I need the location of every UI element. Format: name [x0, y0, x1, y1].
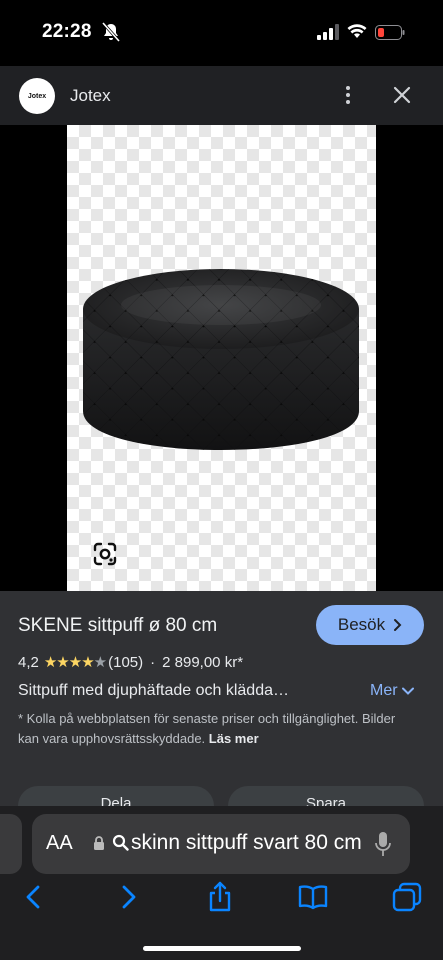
- google-lens-icon[interactable]: [92, 541, 118, 567]
- status-time: 22:28: [42, 21, 92, 42]
- wifi-icon: [347, 24, 367, 38]
- more-vertical-icon[interactable]: [336, 82, 360, 108]
- page-settings-button[interactable]: AA: [46, 832, 73, 855]
- product-info-panel: SKENE sittpuff ø 80 cm Besök 4,2 ★★★★★ (…: [0, 591, 443, 826]
- bookmarks-icon[interactable]: [296, 880, 330, 914]
- site-logo[interactable]: Jotex: [19, 78, 55, 114]
- bell-slash-icon: [102, 22, 120, 42]
- forward-icon[interactable]: [111, 880, 145, 914]
- product-image[interactable]: [67, 125, 376, 591]
- home-indicator: [143, 946, 301, 951]
- read-more-link[interactable]: Läs mer: [209, 731, 259, 746]
- back-icon[interactable]: [17, 880, 51, 914]
- product-title[interactable]: SKENE sittpuff ø 80 cm: [18, 615, 217, 637]
- browser-toolbar: AA skinn sittpuff svart 80 cm: [0, 806, 443, 960]
- rating-value: 4,2: [18, 653, 39, 671]
- disclaimer: * Kolla på webbplatsen för senaste prise…: [18, 709, 418, 749]
- more-button[interactable]: Mer: [370, 682, 414, 700]
- search-icon: [112, 834, 129, 851]
- chevron-down-icon: [401, 687, 414, 695]
- disclaimer-text: * Kolla på webbplatsen för senaste prise…: [18, 711, 396, 746]
- microphone-icon[interactable]: [375, 831, 391, 857]
- share-icon[interactable]: [203, 880, 237, 914]
- product-description: Sittpuff med djuphäftade och klädda…: [18, 682, 289, 699]
- separator: ·: [150, 653, 156, 671]
- review-count: (105): [108, 653, 144, 671]
- visit-button[interactable]: Besök: [316, 605, 424, 645]
- star-rating-icon: ★★★★★: [43, 654, 107, 671]
- battery-low-icon: [375, 25, 405, 40]
- address-bar[interactable]: AA skinn sittpuff svart 80 cm: [32, 814, 410, 874]
- lock-icon: [94, 836, 104, 850]
- source-header: Jotex Jotex: [0, 66, 443, 125]
- visit-button-label: Besök: [337, 615, 386, 634]
- cellular-signal-icon: [317, 24, 339, 40]
- ottoman-illustration: [83, 269, 359, 450]
- site-name[interactable]: Jotex: [70, 86, 111, 106]
- image-viewer: [0, 125, 443, 591]
- status-bar: 22:28: [0, 0, 443, 66]
- previous-tab-peek[interactable]: [0, 814, 22, 874]
- address-text[interactable]: skinn sittpuff svart 80 cm: [131, 831, 369, 855]
- chevron-right-icon: [394, 619, 402, 631]
- tabs-icon[interactable]: [390, 880, 424, 914]
- price: 2 899,00 kr*: [162, 653, 244, 671]
- more-label: Mer: [370, 682, 398, 699]
- rating-row: 4,2 ★★★★★ (105) · 2 899,00 kr*: [18, 653, 244, 672]
- close-icon[interactable]: [390, 83, 414, 107]
